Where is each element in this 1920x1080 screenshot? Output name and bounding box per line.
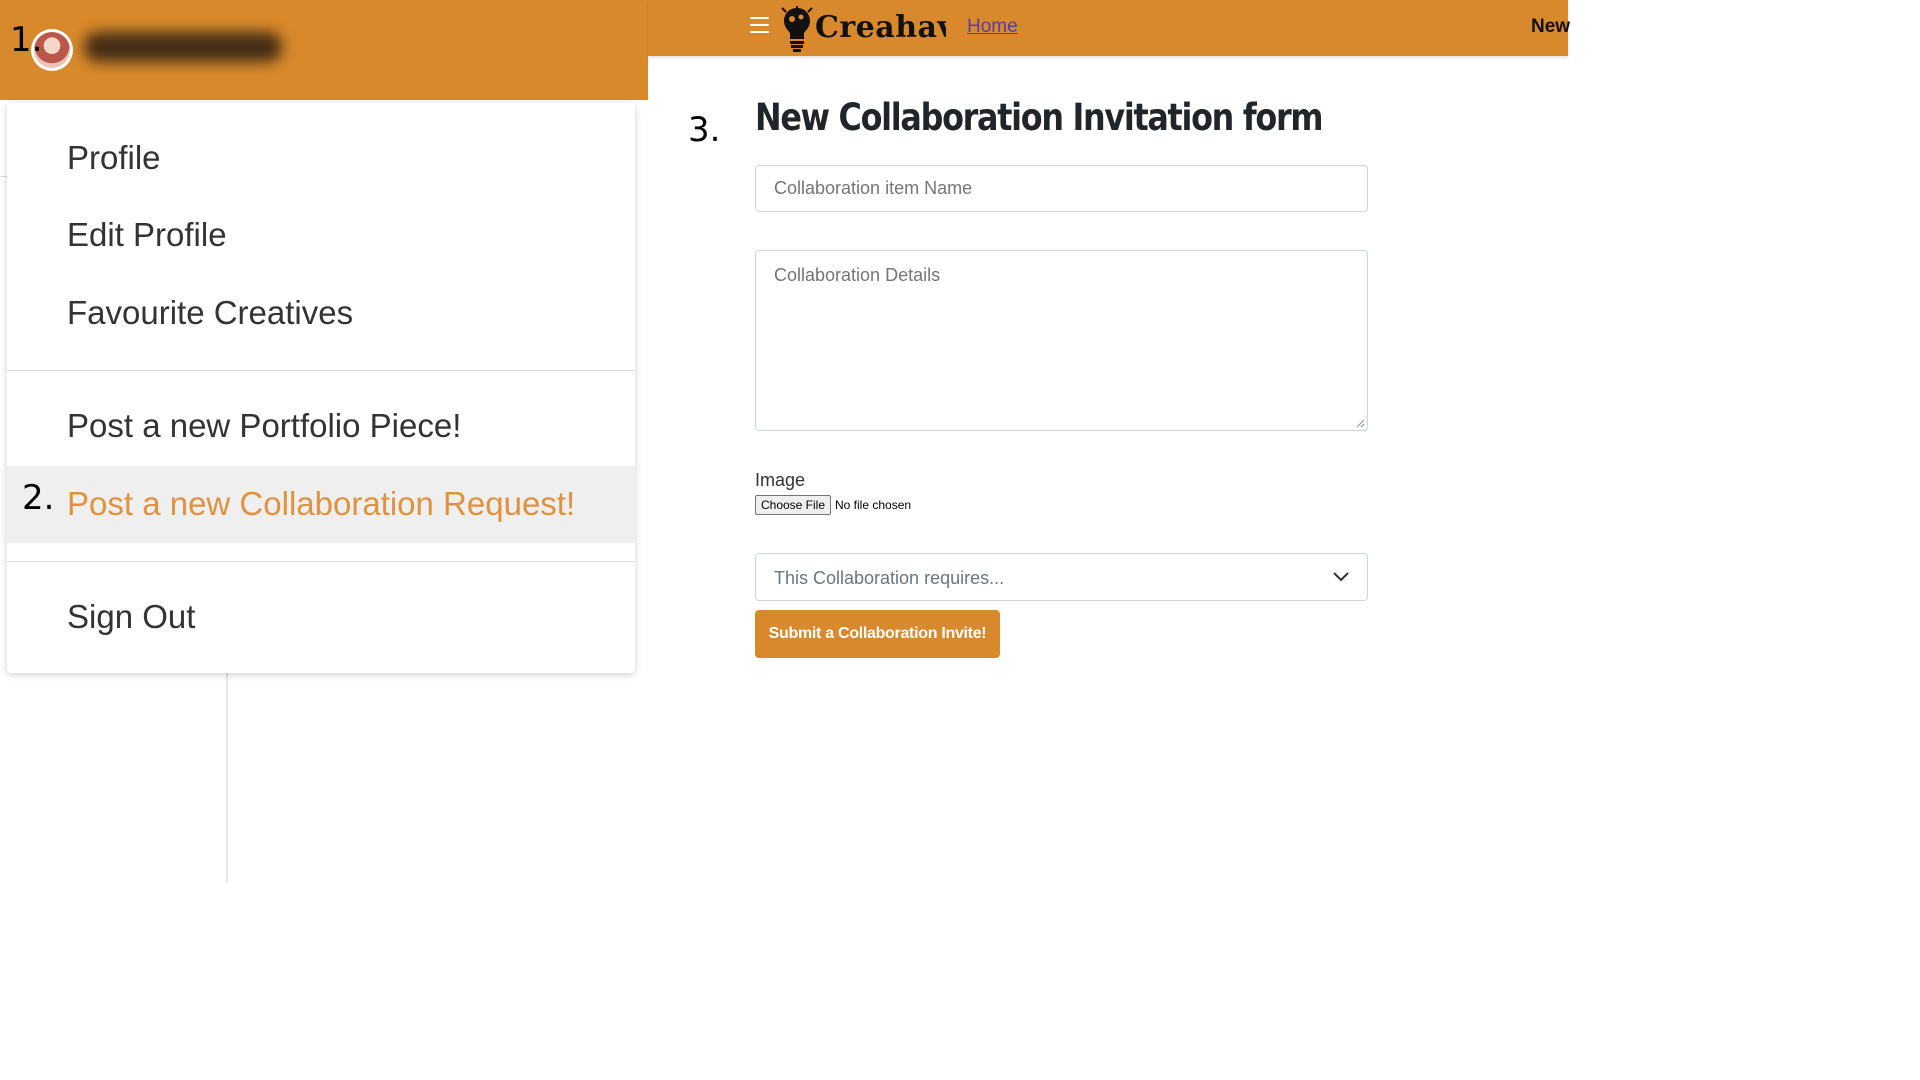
blurred-username[interactable] [84, 32, 282, 62]
select-placeholder: This Collaboration requires... [774, 568, 1005, 588]
menu-divider [7, 561, 635, 562]
step-marker-2: 2. [22, 478, 55, 518]
menu-item-edit-profile[interactable]: Edit Profile [7, 216, 635, 260]
menu-item-post-portfolio[interactable]: Post a new Portfolio Piece! [7, 407, 635, 451]
brand-name[interactable]: Creahaver [815, 10, 946, 45]
creahaver-logo-icon[interactable] [780, 6, 814, 52]
background-divider [226, 670, 228, 882]
menu-item-favourite-creatives[interactable]: Favourite Creatives [7, 294, 635, 338]
collaboration-details-textarea[interactable] [755, 250, 1368, 431]
menu-divider [7, 370, 635, 371]
nav-link-new[interactable]: New [1531, 16, 1570, 38]
menu-item-sign-out[interactable]: Sign Out [7, 598, 635, 642]
nav-link-home[interactable]: Home [967, 16, 1018, 38]
chevron-down-icon [1333, 572, 1349, 582]
collaboration-name-input[interactable] [755, 165, 1368, 212]
submit-collaboration-button[interactable]: Submit a Collaboration Invite! [755, 610, 1000, 658]
choose-file-button[interactable]: Choose File [755, 495, 831, 515]
file-status-text: No file chosen [835, 498, 912, 512]
step-marker-1: 1. [10, 20, 43, 60]
resize-handle-icon[interactable] [1356, 419, 1365, 428]
image-label: Image [755, 470, 806, 490]
collaboration-requires-select[interactable]: This Collaboration requires... [755, 553, 1368, 601]
user-dropdown-menu: Profile Edit Profile Favourite Creatives… [7, 103, 635, 673]
menu-item-post-collaboration[interactable]: Post a new Collaboration Request! [7, 466, 635, 543]
menu-item-profile[interactable]: Profile [7, 139, 635, 183]
hamburger-icon[interactable] [750, 17, 769, 35]
step-marker-3: 3. [688, 110, 721, 150]
page-title: New Collaboration Invitation form [755, 96, 1324, 139]
